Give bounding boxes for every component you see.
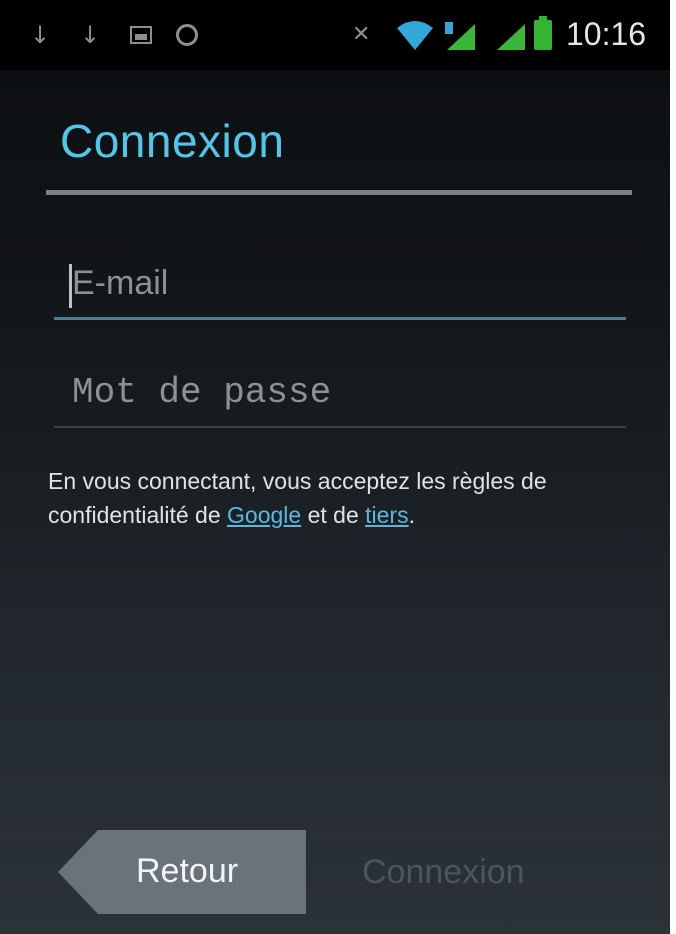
password-field[interactable]: [54, 358, 626, 428]
back-button-label: Retour: [136, 852, 239, 890]
usb-icon: ↓: [80, 21, 101, 49]
android-screen: ↓ ↓ ✕ 10:16 Connexion En vous connec: [0, 0, 670, 934]
privacy-text: et de: [301, 502, 366, 528]
third-party-privacy-link[interactable]: tiers: [365, 502, 408, 528]
email-field[interactable]: [54, 250, 626, 320]
status-time: 10:16: [566, 16, 647, 52]
sign-in-button[interactable]: Connexion: [340, 830, 580, 914]
page-title: Connexion: [60, 115, 285, 167]
muted-icon: ✕: [352, 22, 371, 47]
wifi-icon: [395, 18, 435, 57]
google-privacy-link[interactable]: Google: [227, 502, 301, 528]
back-button[interactable]: Retour: [58, 830, 306, 914]
usb-icon: ↓: [30, 21, 51, 49]
image-icon: [130, 26, 152, 44]
text-cursor: [69, 264, 72, 308]
status-bar: ↓ ↓ ✕ 10:16: [0, 0, 670, 70]
screenshot-border: [670, 0, 676, 934]
signal-icon: [445, 22, 479, 57]
signal-icon: [495, 22, 529, 57]
title-divider: [46, 190, 632, 195]
globe-icon: [176, 24, 198, 46]
battery-icon: [534, 16, 552, 50]
privacy-notice: En vous connectant, vous acceptez les rè…: [48, 464, 608, 532]
privacy-text: .: [408, 502, 415, 528]
